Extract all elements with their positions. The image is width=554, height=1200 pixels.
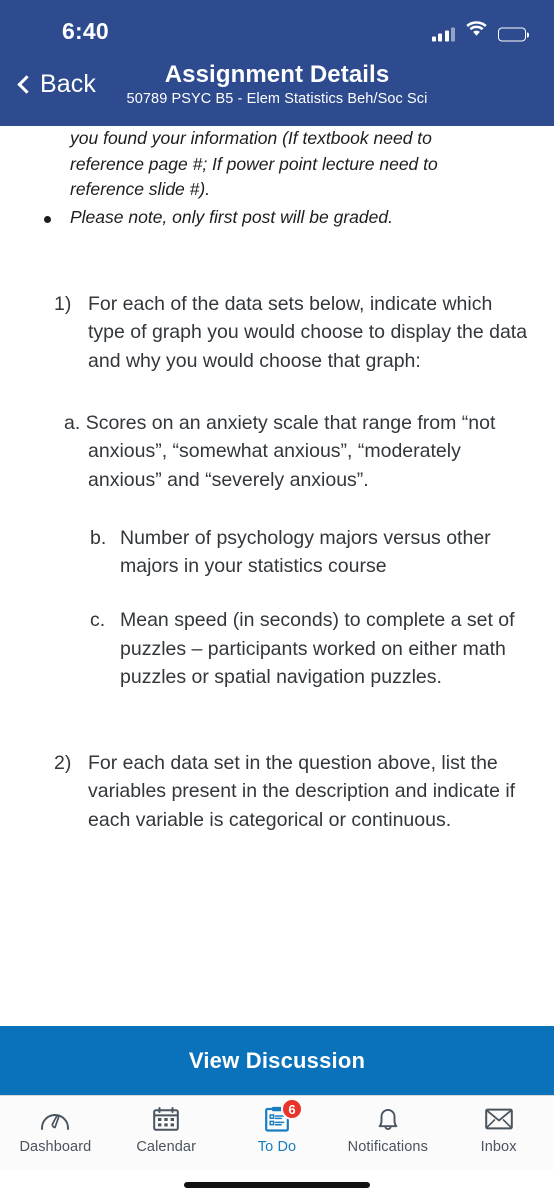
chevron-left-icon	[17, 75, 36, 94]
question-1-subitem-c: c. Mean speed (in seconds) to complete a…	[18, 606, 536, 691]
question-1-number: 1)	[54, 293, 72, 316]
tab-dashboard[interactable]: Dashboard	[0, 1105, 111, 1155]
status-icons	[431, 21, 529, 42]
bullet-dot-icon	[44, 215, 51, 223]
question-1-text: For each of the data sets below, indicat…	[88, 293, 528, 372]
question-2: 2) For each data set in the question abo…	[18, 749, 536, 834]
view-discussion-label: View Discussion	[188, 1047, 366, 1073]
bottom-tab-bar: Dashboard Calendar 6 To Do Notifications…	[0, 1095, 554, 1170]
assignment-content[interactable]: you found your information (If textbook …	[0, 126, 554, 1026]
question-2-number: 2)	[54, 752, 72, 775]
subitem-c-text: Mean speed (in seconds) to complete a se…	[120, 609, 515, 688]
todo-badge: 6	[280, 1098, 303, 1120]
subitem-a-text: Scores on an anxiety scale that range fr…	[85, 411, 496, 491]
tab-todo-label: To Do	[257, 1139, 297, 1155]
todo-clipboard-icon: 6	[260, 1098, 303, 1133]
question-2-text: For each data set in the question above,…	[88, 752, 516, 831]
intro-bullet-label: Please note, only first post will be gra…	[70, 206, 393, 227]
tab-notifications[interactable]: Notifications	[332, 1105, 443, 1155]
tab-notifications-label: Notifications	[347, 1139, 428, 1155]
intro-text-block: you found your information (If textbook …	[18, 126, 536, 230]
tab-inbox-label: Inbox	[480, 1139, 517, 1155]
question-1: 1) For each of the data sets below, indi…	[18, 290, 536, 375]
cellular-signal-icon	[431, 27, 455, 42]
tab-inbox[interactable]: Inbox	[443, 1105, 554, 1155]
tab-dashboard-label: Dashboard	[19, 1139, 92, 1155]
bell-icon	[371, 1105, 405, 1133]
dashboard-gauge-icon	[38, 1105, 72, 1133]
subitem-b-text: Number of psychology majors versus other…	[120, 526, 491, 578]
intro-tail-line-2: reference page #; If power point lecture…	[70, 153, 438, 174]
intro-tail-line-3: reference slide #).	[70, 179, 211, 200]
subitem-a-label: a.	[64, 411, 81, 434]
wifi-icon	[466, 21, 487, 42]
status-bar: 6:40	[0, 0, 554, 62]
intro-bullet-item: Please note, only first post will be gra…	[44, 205, 536, 231]
back-button-label: Back	[40, 70, 96, 98]
tab-calendar[interactable]: Calendar	[111, 1105, 222, 1155]
battery-low-power-icon	[498, 27, 529, 42]
app-header: 6:40 Back Assignment Details 50789 PSYC …	[0, 0, 554, 126]
tab-todo[interactable]: 6 To Do	[222, 1098, 333, 1155]
app-screen: 6:40 Back Assignment Details 50789 PSYC …	[0, 0, 554, 1200]
home-indicator[interactable]	[184, 1182, 370, 1188]
status-time: 6:40	[62, 17, 109, 44]
navigation-bar: Back Assignment Details 50789 PSYC B5 - …	[0, 61, 554, 126]
envelope-icon	[482, 1105, 516, 1133]
back-button[interactable]: Back	[16, 70, 96, 99]
view-discussion-button[interactable]: View Discussion	[0, 1026, 554, 1095]
question-1-subitem-b: b. Number of psychology majors versus ot…	[18, 524, 536, 581]
tab-calendar-label: Calendar	[136, 1139, 197, 1155]
question-1-subitem-a: a. Scores on an anxiety scale that range…	[18, 409, 536, 494]
subitem-b-label: b.	[90, 526, 107, 549]
home-indicator-area	[0, 1170, 554, 1200]
subitem-c-label: c.	[90, 609, 106, 632]
intro-tail-line-1: you found your information (If textbook …	[70, 128, 432, 148]
calendar-icon	[149, 1105, 183, 1133]
